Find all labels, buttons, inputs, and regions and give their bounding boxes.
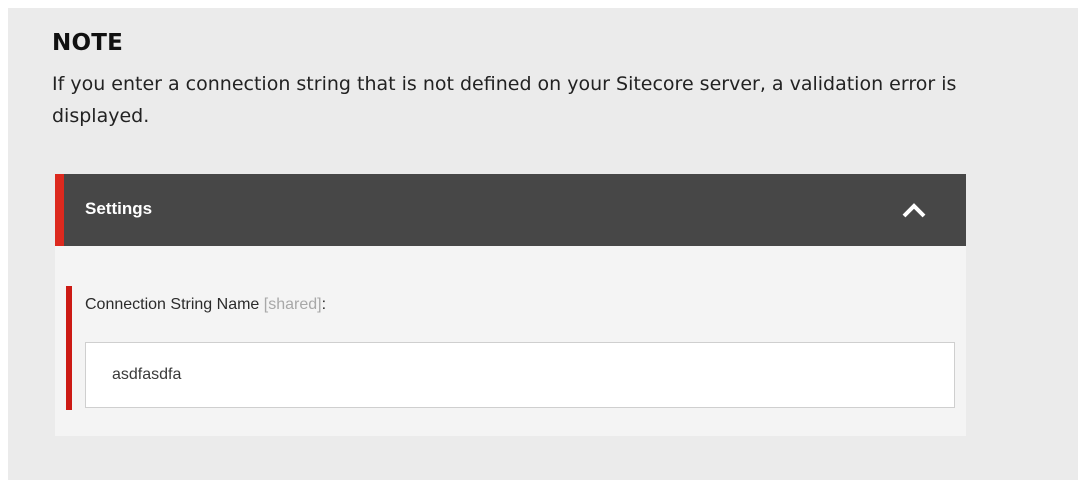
note-text: If you enter a connection string that is…	[52, 73, 957, 127]
shared-tag: [shared]	[263, 296, 322, 313]
collapse-button[interactable]	[899, 196, 929, 226]
field-label-colon: :	[321, 296, 327, 313]
note-title: NOTE	[52, 30, 124, 56]
connection-string-label: Connection String Name [shared]:	[85, 296, 326, 314]
settings-panel-body: Connection String Name [shared]:	[55, 246, 966, 436]
field-label-text: Connection String Name	[85, 296, 260, 313]
settings-panel-header[interactable]: Settings	[55, 174, 966, 246]
validation-error-bar	[66, 286, 72, 410]
panel-header-accent-bar	[55, 174, 64, 246]
settings-panel: Settings Connection String Name [shared]…	[55, 174, 966, 436]
note-box: NOTE If you enter a connection string th…	[8, 8, 1078, 480]
connection-string-input[interactable]	[85, 342, 955, 408]
settings-panel-title: Settings	[85, 199, 153, 218]
chevron-up-icon	[902, 203, 926, 218]
